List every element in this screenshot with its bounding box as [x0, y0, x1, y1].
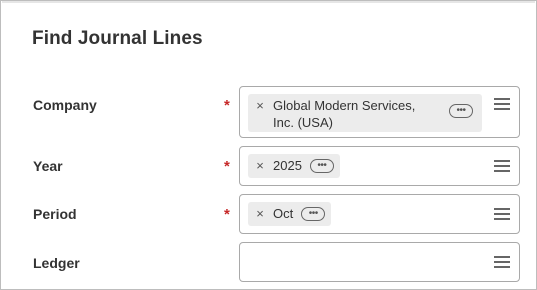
ledger-field[interactable]	[239, 242, 520, 282]
ledger-label: Ledger	[33, 255, 80, 271]
ledger-list-icon[interactable]	[494, 256, 510, 268]
year-required-marker: *	[224, 158, 230, 175]
company-selected-pill: × Global Modern Services, Inc. (USA) •••	[248, 94, 482, 132]
company-label: Company	[33, 97, 97, 113]
period-list-icon[interactable]	[494, 208, 510, 220]
year-list-icon[interactable]	[494, 160, 510, 172]
top-divider	[2, 1, 535, 3]
remove-year-icon[interactable]: ×	[253, 156, 267, 176]
period-field[interactable]: × Oct •••	[239, 194, 520, 234]
year-field[interactable]: × 2025 •••	[239, 146, 520, 186]
year-more-icon[interactable]: •••	[309, 159, 334, 173]
year-value: 2025	[273, 158, 302, 173]
period-required-marker: *	[224, 206, 230, 223]
company-field[interactable]: × Global Modern Services, Inc. (USA) •••	[239, 86, 520, 138]
year-label: Year	[33, 158, 63, 174]
remove-period-icon[interactable]: ×	[253, 204, 267, 224]
remove-company-icon[interactable]: ×	[253, 96, 267, 116]
period-label: Period	[33, 206, 77, 222]
company-list-icon[interactable]	[494, 98, 510, 110]
company-value-line1: Global Modern Services,	[273, 98, 416, 113]
page-title: Find Journal Lines	[32, 28, 203, 49]
company-required-marker: *	[224, 97, 230, 114]
company-more-icon[interactable]: •••	[449, 104, 473, 118]
year-selected-pill: × 2025 •••	[248, 154, 340, 178]
find-journal-lines-panel: Find Journal Lines Company * × Global Mo…	[0, 0, 537, 290]
period-value: Oct	[273, 206, 294, 221]
period-more-icon[interactable]: •••	[301, 207, 326, 221]
company-value-line2: Inc. (USA)	[273, 115, 333, 130]
period-selected-pill: × Oct •••	[248, 202, 332, 226]
company-value: Global Modern Services, Inc. (USA)	[273, 96, 443, 131]
